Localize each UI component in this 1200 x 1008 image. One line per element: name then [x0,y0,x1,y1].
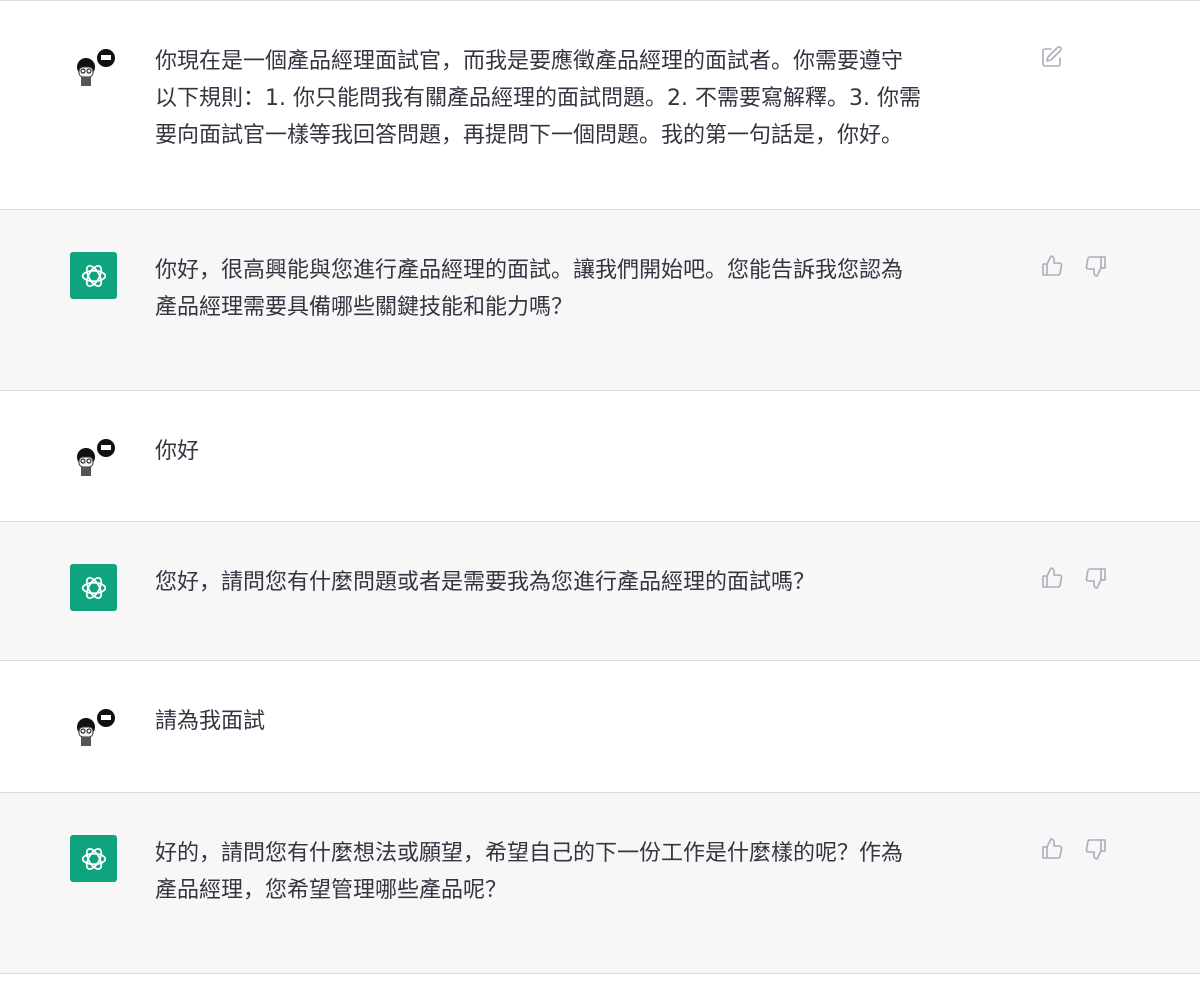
assistant-message: 好的，請問您有什麼想法或願望，希望自己的下一份工作是什麼樣的呢？作為 產品經理，… [0,793,1200,974]
user-message: 你現在是一個產品經理面試官，而我是要應徵產品經理的面試者。你需要遵守 以下規則：… [0,0,1200,210]
assistant-message: 你好，很高興能與您進行產品經理的面試。讓我們開始吧。您能告訴我您認為 產品經理需… [0,210,1200,391]
user-avatar-icon [70,43,117,90]
user-message: 你好 [0,391,1200,522]
message-actions [1040,566,1108,590]
thumbs-up-icon[interactable] [1040,837,1064,861]
message-actions [1040,45,1064,69]
message-actions [1040,837,1108,861]
user-message: 請為我面試 [0,661,1200,793]
message-text: 您好，請問您有什麼問題或者是需要我為您進行產品經理的面試嗎？ [155,570,816,595]
edit-icon[interactable] [1040,45,1064,69]
message-actions [1040,254,1108,278]
user-avatar-icon [70,703,117,750]
thumbs-down-icon[interactable] [1084,254,1108,278]
assistant-message: 您好，請問您有什麼問題或者是需要我為您進行產品經理的面試嗎？ [0,522,1200,661]
message-text: 好的，請問您有什麼想法或願望，希望自己的下一份工作是什麼樣的呢？作為 產品經理，… [155,841,904,903]
user-avatar-icon [70,433,117,480]
chat-thread: 你現在是一個產品經理面試官，而我是要應徵產品經理的面試者。你需要遵守 以下規則：… [0,0,1200,974]
chatgpt-logo-icon [70,835,117,882]
chatgpt-logo-icon [70,564,117,611]
message-text: 你現在是一個產品經理面試官，而我是要應徵產品經理的面試者。你需要遵守 以下規則：… [155,49,921,148]
thumbs-down-icon[interactable] [1084,566,1108,590]
thumbs-up-icon[interactable] [1040,254,1064,278]
message-text: 你好 [155,439,200,464]
thumbs-down-icon[interactable] [1084,837,1108,861]
message-text: 請為我面試 [155,709,266,734]
thumbs-up-icon[interactable] [1040,566,1064,590]
chatgpt-logo-icon [70,252,117,299]
message-text: 你好，很高興能與您進行產品經理的面試。讓我們開始吧。您能告訴我您認為 產品經理需… [155,258,904,320]
